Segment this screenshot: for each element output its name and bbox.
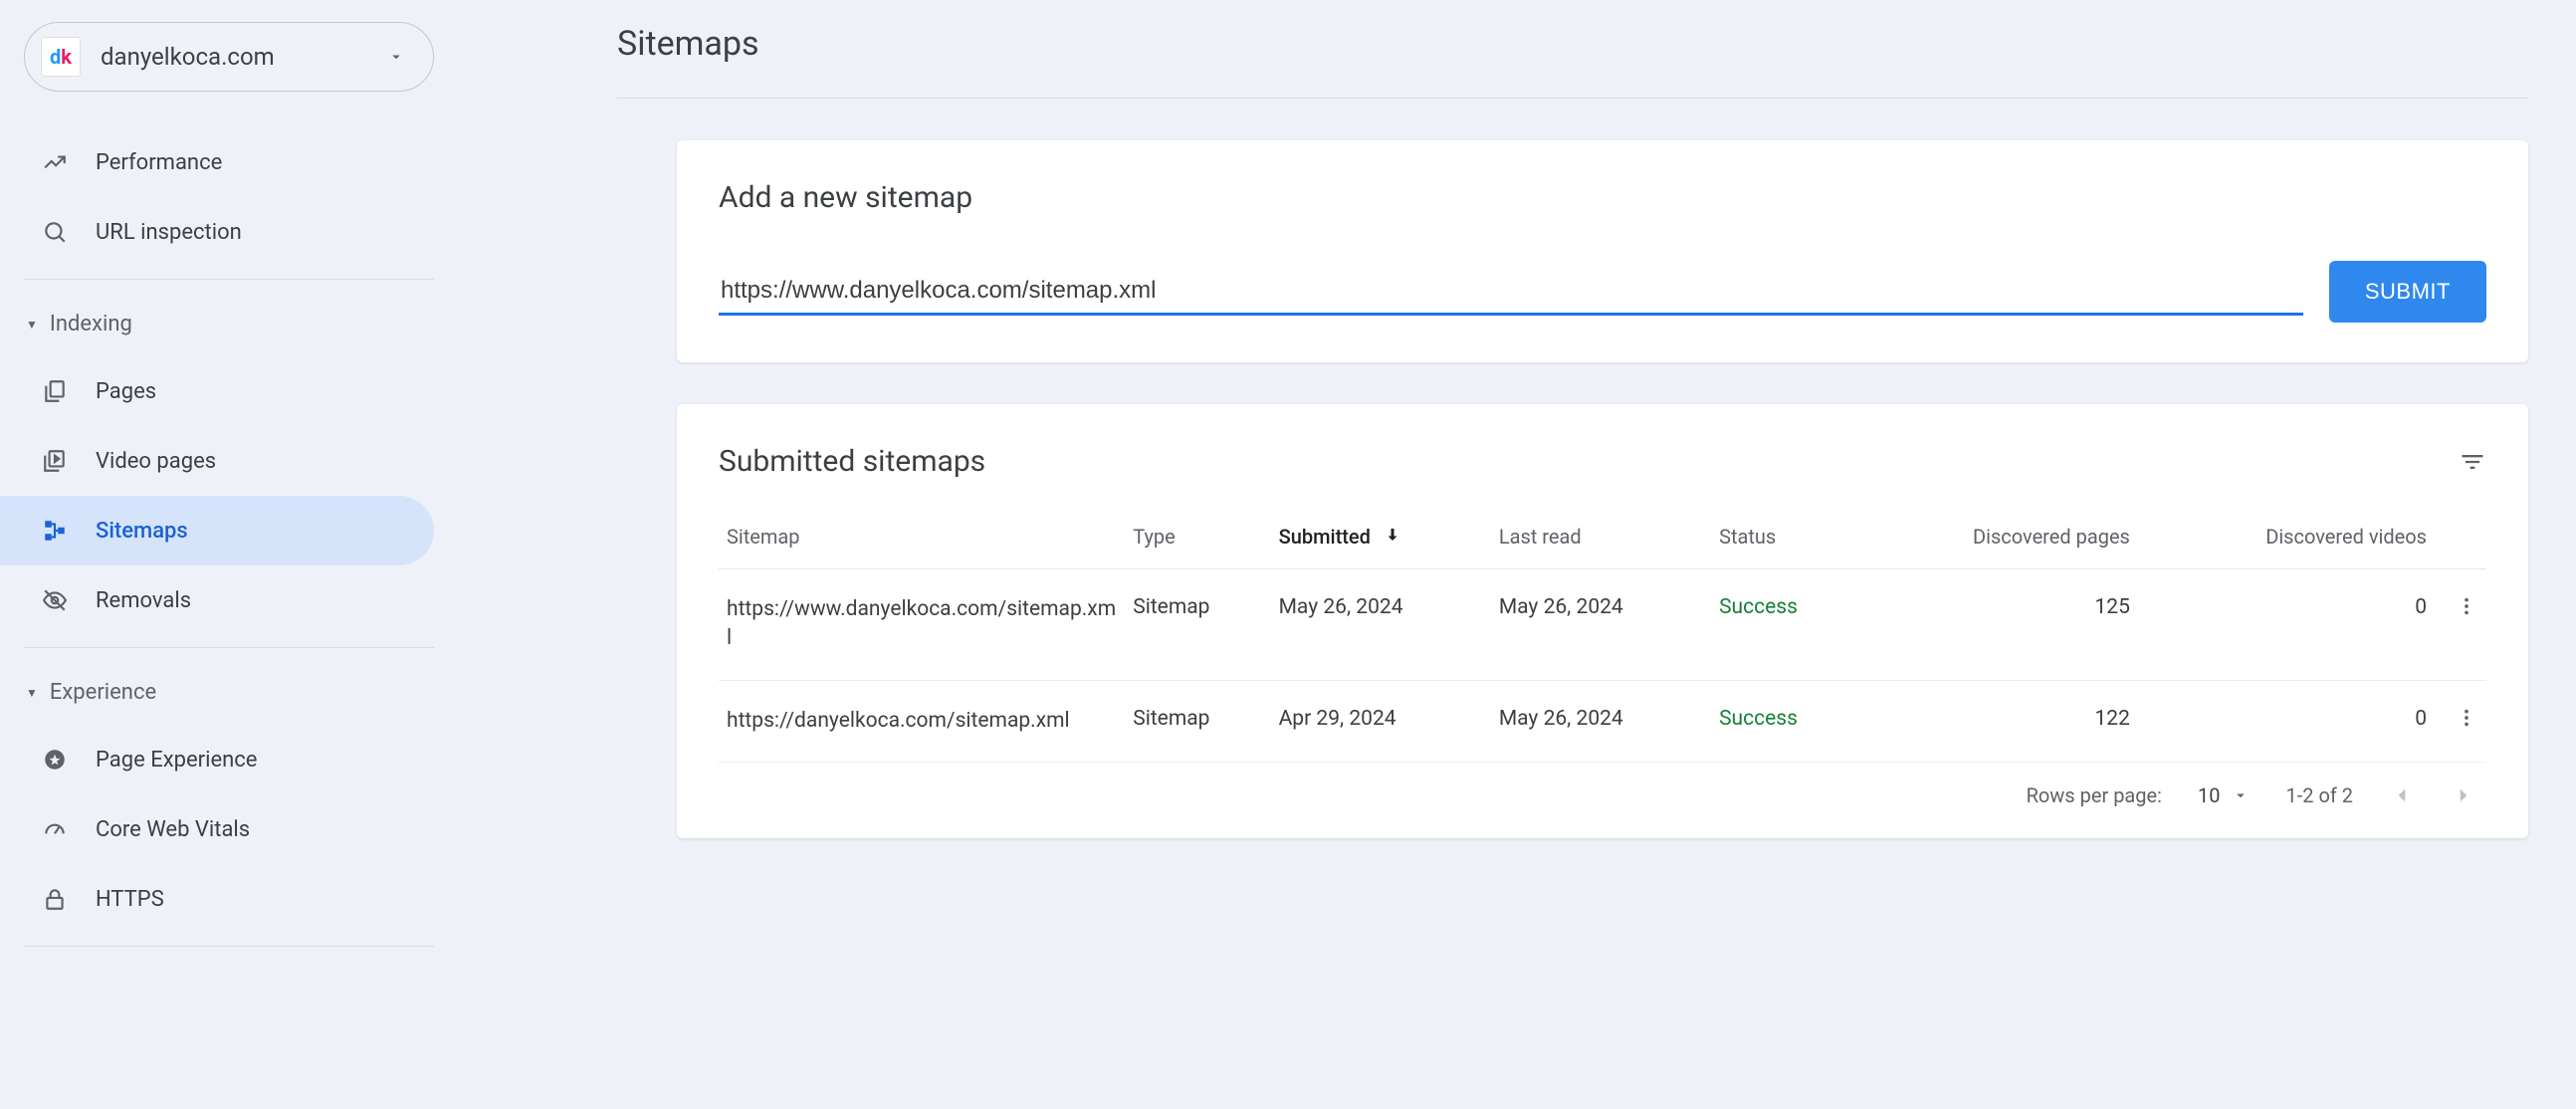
col-submitted[interactable]: Submitted bbox=[1271, 505, 1491, 569]
col-submitted-label: Submitted bbox=[1279, 525, 1371, 549]
property-name: danyelkoca.com bbox=[101, 43, 387, 71]
expand-icon: ▼ bbox=[26, 686, 38, 700]
nav-performance[interactable]: Performance bbox=[0, 127, 434, 197]
cell-discovered-videos: 0 bbox=[2150, 569, 2447, 681]
nav-pages[interactable]: Pages bbox=[0, 356, 434, 426]
filter-icon[interactable] bbox=[2459, 448, 2486, 476]
divider bbox=[24, 946, 434, 947]
cell-discovered-pages: 122 bbox=[1859, 680, 2150, 762]
nav-https[interactable]: HTTPS bbox=[0, 864, 434, 934]
cell-last-read: May 26, 2024 bbox=[1491, 680, 1711, 762]
speedometer-icon bbox=[42, 816, 68, 842]
pages-icon bbox=[42, 378, 68, 404]
submitted-sitemaps-card: Submitted sitemaps Sitemap Type Submitte… bbox=[677, 404, 2528, 838]
rows-per-page-label: Rows per page: bbox=[2027, 783, 2162, 807]
table-row[interactable]: https://www.danyelkoca.com/sitemap.xml S… bbox=[719, 569, 2486, 681]
video-pages-icon bbox=[42, 448, 68, 474]
nav-label: Removals bbox=[96, 588, 191, 613]
search-icon bbox=[42, 219, 68, 245]
rows-per-page-select[interactable]: 10 bbox=[2198, 783, 2250, 807]
col-status[interactable]: Status bbox=[1711, 505, 1859, 569]
nav-core-web-vitals[interactable]: Core Web Vitals bbox=[0, 794, 434, 864]
nav-label: Video pages bbox=[96, 449, 216, 474]
nav-page-experience[interactable]: Page Experience bbox=[0, 725, 434, 794]
nav-sitemaps[interactable]: Sitemaps bbox=[0, 496, 434, 565]
cell-type: Sitemap bbox=[1125, 680, 1270, 762]
chevron-down-icon bbox=[387, 48, 405, 66]
property-selector[interactable]: dk danyelkoca.com bbox=[24, 22, 434, 92]
section-label: Indexing bbox=[50, 312, 132, 336]
nav-url-inspection[interactable]: URL inspection bbox=[0, 197, 434, 267]
col-actions bbox=[2447, 505, 2486, 569]
add-sitemap-card: Add a new sitemap SUBMIT bbox=[677, 140, 2528, 362]
cell-status: Success bbox=[1711, 680, 1859, 762]
nav-video-pages[interactable]: Video pages bbox=[0, 426, 434, 496]
nav-label: Core Web Vitals bbox=[96, 817, 250, 842]
nav-removals[interactable]: Removals bbox=[0, 565, 434, 635]
col-type[interactable]: Type bbox=[1125, 505, 1270, 569]
table-row[interactable]: https://danyelkoca.com/sitemap.xml Sitem… bbox=[719, 680, 2486, 762]
next-page-button[interactable] bbox=[2451, 782, 2476, 808]
expand-icon: ▼ bbox=[26, 318, 38, 332]
cell-type: Sitemap bbox=[1125, 569, 1270, 681]
prev-page-button[interactable] bbox=[2389, 782, 2415, 808]
pagination-range: 1-2 of 2 bbox=[2285, 783, 2353, 807]
cell-sitemap: https://danyelkoca.com/sitemap.xml bbox=[719, 680, 1125, 762]
cell-discovered-pages: 125 bbox=[1859, 569, 2150, 681]
property-favicon: dk bbox=[41, 37, 81, 77]
more-vert-icon[interactable] bbox=[2456, 707, 2477, 729]
cell-status: Success bbox=[1711, 569, 1859, 681]
sitemap-url-input[interactable] bbox=[719, 269, 2303, 316]
cell-last-read: May 26, 2024 bbox=[1491, 569, 1711, 681]
submitted-sitemaps-title: Submitted sitemaps bbox=[719, 444, 985, 479]
table-footer: Rows per page: 10 1-2 of 2 bbox=[719, 763, 2486, 818]
col-sitemap[interactable]: Sitemap bbox=[719, 505, 1125, 569]
nav-label: URL inspection bbox=[96, 220, 242, 245]
section-label: Experience bbox=[50, 680, 156, 705]
lock-icon bbox=[42, 886, 68, 912]
col-last-read[interactable]: Last read bbox=[1491, 505, 1711, 569]
chevron-down-icon bbox=[2232, 786, 2250, 804]
page-experience-icon bbox=[42, 747, 68, 773]
rows-per-page-value: 10 bbox=[2198, 783, 2220, 807]
sitemaps-table: Sitemap Type Submitted Last read Status … bbox=[719, 505, 2486, 763]
col-discovered-videos[interactable]: Discovered videos bbox=[2150, 505, 2447, 569]
divider bbox=[24, 279, 434, 280]
visibility-off-icon bbox=[42, 587, 68, 613]
nav-label: Performance bbox=[96, 150, 222, 175]
nav-label: Page Experience bbox=[96, 748, 257, 773]
section-indexing[interactable]: ▼ Indexing bbox=[0, 292, 458, 356]
submit-button[interactable]: SUBMIT bbox=[2329, 261, 2486, 323]
page-title: Sitemaps bbox=[617, 24, 2528, 99]
sitemap-icon bbox=[42, 518, 68, 544]
trending-icon bbox=[42, 149, 68, 175]
col-discovered-pages[interactable]: Discovered pages bbox=[1859, 505, 2150, 569]
sidebar: dk danyelkoca.com Performance URL inspec… bbox=[0, 0, 458, 1109]
nav-label: Pages bbox=[96, 379, 156, 404]
cell-sitemap: https://www.danyelkoca.com/sitemap.xml bbox=[719, 569, 1125, 681]
section-experience[interactable]: ▼ Experience bbox=[0, 660, 458, 725]
nav-label: HTTPS bbox=[96, 887, 164, 912]
add-sitemap-title: Add a new sitemap bbox=[719, 180, 2486, 215]
main-content: Sitemaps Add a new sitemap SUBMIT Submit… bbox=[458, 0, 2576, 1109]
divider bbox=[24, 647, 434, 648]
cell-submitted: Apr 29, 2024 bbox=[1271, 680, 1491, 762]
more-vert-icon[interactable] bbox=[2456, 595, 2477, 617]
cell-submitted: May 26, 2024 bbox=[1271, 569, 1491, 681]
sort-desc-icon bbox=[1384, 525, 1401, 549]
nav-label: Sitemaps bbox=[96, 519, 188, 544]
cell-discovered-videos: 0 bbox=[2150, 680, 2447, 762]
